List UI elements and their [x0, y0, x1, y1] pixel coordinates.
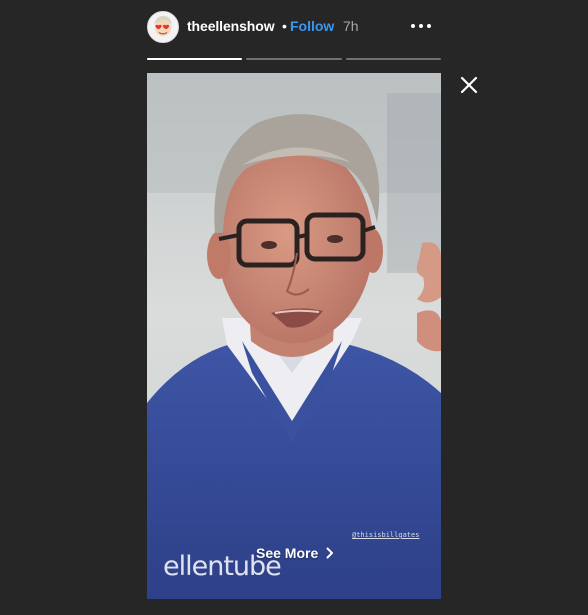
timestamp: 7h: [343, 18, 359, 34]
username[interactable]: theellenshow: [187, 18, 275, 34]
story-video-frame: [147, 73, 441, 599]
ellen-avatar: [148, 12, 178, 42]
progress-segment: [246, 58, 342, 60]
video-handle-text: @thisisbillgates: [352, 531, 420, 539]
chevron-right-icon: [326, 547, 334, 559]
progress-segment: [345, 58, 441, 60]
story-media[interactable]: [147, 73, 441, 599]
close-icon[interactable]: [458, 74, 480, 96]
follow-button[interactable]: Follow: [290, 18, 334, 34]
progress-fill: [147, 58, 243, 60]
see-more-label: See More: [256, 545, 319, 561]
story-header: theellenshow • Follow 7h: [147, 0, 441, 56]
ellipsis-horizontal-icon[interactable]: [409, 16, 433, 36]
separator-dot: •: [282, 18, 287, 34]
progress-segment: [147, 58, 243, 60]
story-progress: [147, 58, 441, 60]
see-more-button[interactable]: See More: [256, 545, 334, 561]
avatar[interactable]: [147, 11, 179, 43]
